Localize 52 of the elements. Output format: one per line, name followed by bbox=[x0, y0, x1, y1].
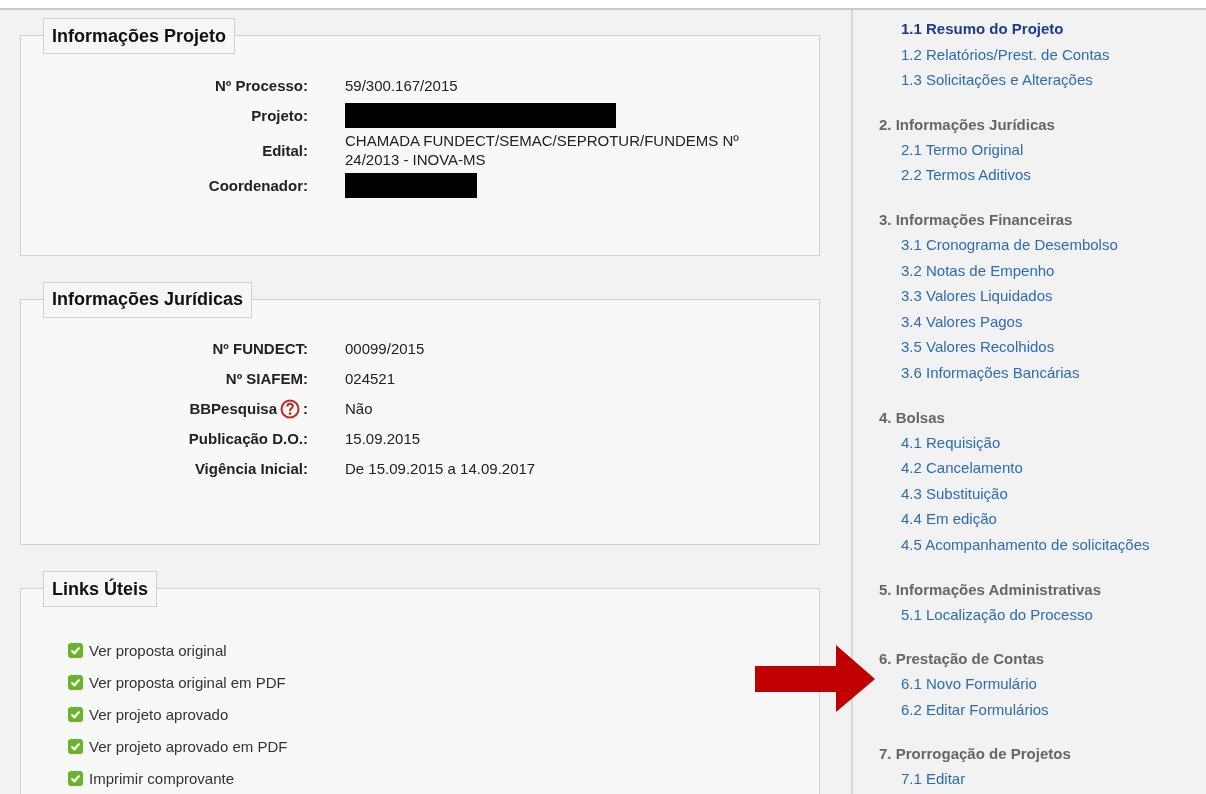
menu-link[interactable]: 1.3 Solicitações e Alterações bbox=[901, 67, 1150, 93]
menu-link[interactable]: 2.1 Termo Original bbox=[901, 136, 1150, 163]
menu-link[interactable]: 4.4 Em edição bbox=[901, 506, 1150, 532]
field-label: Publicação D.O.: bbox=[188, 430, 308, 448]
useful-link[interactable]: Ver proposta original bbox=[89, 641, 227, 659]
menu-link[interactable]: 3.3 Valores Liquidados bbox=[901, 283, 1150, 309]
field-value: CHAMADA FUNDECT/SEMAC/SEPROTUR/FUNDEMS Nº 24/2013 - INOVA-MS bbox=[345, 131, 740, 170]
menu-link[interactable]: 1.2 Relatórios/Prest. de Contas bbox=[901, 41, 1150, 68]
menu-link[interactable]: 3.6 Informações Bancárias bbox=[901, 359, 1150, 386]
field-value: 59/300.167/2015 bbox=[345, 75, 459, 96]
menu-heading: 3. Informações Financeiras bbox=[879, 209, 1074, 230]
field-label: Nº Processo: bbox=[215, 76, 308, 94]
useful-link[interactable]: Imprimir comprovante bbox=[89, 769, 235, 787]
menu-link[interactable]: 2.2 Termos Aditivos bbox=[901, 162, 1150, 188]
panel-title: Informações Jurídicas bbox=[43, 281, 253, 318]
menu-link[interactable]: 4.3 Substituição bbox=[901, 480, 1150, 507]
field-label: Coordenador: bbox=[208, 176, 308, 194]
menu-link[interactable]: 1.1 Resumo do Projeto bbox=[901, 16, 1150, 42]
menu-heading: 6. Prestação de Contas bbox=[879, 649, 1046, 670]
menu-heading: 4. Bolsas bbox=[879, 407, 946, 428]
menu-link[interactable]: 3.5 Valores Recolhidos bbox=[901, 334, 1150, 360]
useful-link[interactable]: Ver projeto aprovado bbox=[89, 705, 229, 723]
useful-link[interactable]: Ver proposta original em PDF bbox=[89, 673, 286, 691]
menu-link[interactable]: 6.2 Editar Formulários bbox=[901, 696, 1150, 723]
panel-title: Links Úteis bbox=[43, 571, 158, 607]
menu-link[interactable]: 4.2 Cancelamento bbox=[901, 455, 1150, 481]
field-label: Vigência Inicial: bbox=[194, 460, 308, 478]
menu-heading: 7. Prorrogação de Projetos bbox=[879, 744, 1072, 765]
menu-link[interactable]: 3.2 Notas de Empenho bbox=[901, 257, 1150, 284]
menu-link[interactable]: 3.1 Cronograma de Desembolso bbox=[901, 231, 1150, 258]
menu-link[interactable]: 4.5 Acompanhamento de solicitações bbox=[901, 531, 1150, 558]
useful-link[interactable]: Ver projeto aprovado em PDF bbox=[89, 737, 288, 755]
field-label: Projeto: bbox=[251, 106, 308, 124]
field-value: 024521 bbox=[345, 369, 397, 390]
menu-heading: 5. Informações Administrativas bbox=[879, 579, 1103, 600]
field-value: Não bbox=[345, 399, 374, 420]
field-label: Nº FUNDECT: bbox=[212, 340, 308, 358]
field-value: 00099/2015 bbox=[345, 339, 426, 360]
colon: : bbox=[303, 400, 308, 418]
field-label: BBPesquisa bbox=[189, 400, 277, 418]
help-icon[interactable] bbox=[280, 398, 300, 419]
field-label: Edital: bbox=[262, 141, 308, 159]
field-label: Nº SIAFEM: bbox=[225, 370, 308, 388]
field-value: De 15.09.2015 a 14.09.2017 bbox=[345, 459, 537, 480]
panel-title: Informações Projeto bbox=[43, 18, 236, 54]
menu-heading: 2. Informações Jurídicas bbox=[879, 114, 1056, 135]
menu-link[interactable]: 6.1 Novo Formulário bbox=[901, 671, 1150, 697]
menu-link[interactable]: 7.1 Editar bbox=[901, 766, 1150, 792]
menu-link[interactable]: 5.1 Localização do Processo bbox=[901, 601, 1150, 628]
menu-link[interactable]: 4.1 Requisição bbox=[901, 429, 1150, 456]
field-value: 15.09.2015 bbox=[345, 429, 422, 450]
menu-link[interactable]: 3.4 Valores Pagos bbox=[901, 308, 1150, 335]
